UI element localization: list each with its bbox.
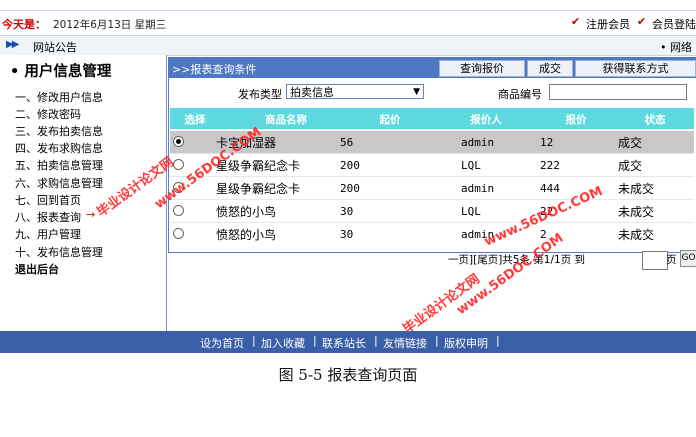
row-radio[interactable] — [173, 205, 184, 216]
login-link[interactable]: 会员登陆 — [652, 16, 696, 32]
type-label: 发布类型 — [238, 88, 282, 101]
notice-bar: ▶▶ 网站公告 • 网络 — [0, 35, 696, 56]
footer-link-copyright[interactable]: 版权申明 — [444, 335, 488, 351]
cell-bidder: LQL — [461, 205, 481, 218]
table-row[interactable]: 愤怒的小鸟 30 LQL 22 未成交 — [170, 200, 694, 223]
cell-status: 成交 — [618, 159, 643, 173]
footer-separator: | — [252, 334, 256, 347]
footer-separator: | — [496, 334, 500, 347]
footer-link-contact[interactable]: 联系站长 — [322, 335, 366, 351]
cell-start: 200 — [340, 159, 360, 172]
table-row[interactable]: 星级争霸纪念卡 200 LQL 222 成交 — [170, 154, 694, 177]
footer-separator: | — [313, 334, 317, 347]
go-button[interactable]: GO — [680, 250, 696, 267]
cell-start: 56 — [340, 136, 354, 149]
col-bid: 报价 — [565, 114, 587, 126]
active-arrow-icon: → — [86, 208, 96, 221]
cell-start: 30 — [340, 205, 354, 218]
cell-name: 愤怒的小鸟 — [216, 205, 277, 219]
type-select[interactable]: 拍卖信息 ▼ — [286, 84, 424, 99]
filter-row: 发布类型 拍卖信息 ▼ 商品编号 — [168, 80, 696, 106]
cell-bid: 12 — [540, 136, 554, 149]
sidebar-item-report-query[interactable]: 八、报表查询 — [15, 209, 81, 225]
notice-scroll-text: • 网络 — [660, 41, 692, 54]
tab-query-bid[interactable]: 查询报价 — [439, 60, 525, 77]
date-bar: 今天是： 2012年6月13日 星期三 ✔ 注册会员 ✔ 会员登陆 — [0, 11, 696, 33]
sidebar-item-home[interactable]: 七、回到首页 — [15, 192, 81, 208]
cell-name: 愤怒的小鸟 — [216, 228, 277, 242]
sidebar-item-auction-manage[interactable]: 五、拍卖信息管理 — [15, 157, 103, 173]
sidebar-item-wanted-manage[interactable]: 六、求购信息管理 — [15, 175, 103, 191]
col-select: 选择 — [184, 114, 206, 126]
table-header: 选择 商品名称 起价 报价人 报价 状态 — [170, 108, 694, 129]
cell-start: 200 — [340, 182, 360, 195]
cell-status: 未成交 — [618, 205, 655, 219]
cell-status: 未成交 — [618, 228, 655, 242]
footer-link-friends[interactable]: 友情链接 — [383, 335, 427, 351]
notice-label: 网站公告 — [33, 41, 77, 54]
sidebar-item-publish-wanted[interactable]: 四、发布求购信息 — [15, 140, 103, 156]
chevron-down-icon: ▼ — [413, 87, 420, 97]
sidebar-title: • 用户信息管理 — [10, 64, 112, 80]
cell-start: 30 — [340, 228, 354, 241]
sidebar-item-publish-auction[interactable]: 三、发布拍卖信息 — [15, 123, 103, 139]
sidebar-item-edit-user[interactable]: 一、修改用户信息 — [15, 89, 103, 105]
cell-bid: 444 — [540, 182, 560, 195]
sidebar-item-change-password[interactable]: 二、修改密码 — [15, 106, 81, 122]
sidebar-item-logout[interactable]: 退出后台 — [15, 261, 59, 277]
panel-crumb: >>报表查询条件 — [172, 63, 257, 76]
top-border — [0, 0, 696, 11]
sidebar-item-user-manage[interactable]: 九、用户管理 — [15, 226, 81, 242]
col-bidder: 报价人 — [470, 114, 502, 126]
col-name: 商品名称 — [265, 114, 307, 126]
type-select-value: 拍卖信息 — [290, 86, 334, 99]
col-start-price: 起价 — [379, 114, 401, 126]
register-link[interactable]: 注册会员 — [586, 16, 630, 32]
table-row[interactable]: 星级争霸纪念卡 200 admin 444 未成交 — [170, 177, 694, 200]
current-date: 2012年6月13日 星期三 — [53, 19, 167, 31]
cell-bidder: LQL — [461, 159, 481, 172]
cell-bidder: admin — [461, 182, 495, 195]
footer-bar: 设为首页 | 加入收藏 | 联系站长 | 友情链接 | 版权申明 | — [0, 331, 696, 353]
sidebar: • 用户信息管理 一、修改用户信息 二、修改密码 三、发布拍卖信息 四、发布求购… — [0, 55, 167, 331]
footer-link-set-home[interactable]: 设为首页 — [200, 335, 244, 351]
tab-get-contact[interactable]: 获得联系方式 — [575, 60, 696, 77]
tab-deal[interactable]: 成交 — [527, 60, 573, 77]
page-unit: 页 — [666, 254, 677, 266]
today-label: 今天是： — [2, 18, 46, 31]
cell-status: 成交 — [618, 136, 643, 150]
figure-caption: 图 5-5 报表查询页面 — [278, 366, 418, 384]
product-input[interactable] — [549, 84, 687, 100]
row-radio[interactable] — [173, 228, 184, 239]
cell-status: 未成交 — [618, 182, 655, 196]
footer-separator: | — [435, 334, 439, 347]
cell-bidder: admin — [461, 136, 495, 149]
double-arrow-icon: ▶▶ — [6, 39, 19, 50]
row-radio[interactable] — [173, 136, 184, 147]
sidebar-item-publish-manage[interactable]: 十、发布信息管理 — [15, 244, 103, 260]
cell-name: 星级争霸纪念卡 — [216, 182, 301, 196]
login-check-icon: ✔ — [637, 15, 647, 28]
footer-link-bookmark[interactable]: 加入收藏 — [261, 335, 305, 351]
page-jump-input[interactable] — [642, 251, 668, 270]
panel-header: >>报表查询条件 查询报价 成交 获得联系方式 — [168, 57, 696, 78]
footer-separator: | — [374, 334, 378, 347]
table-row[interactable]: 愤怒的小鸟 30 admin 2 未成交 — [170, 223, 694, 245]
register-check-icon: ✔ — [571, 15, 581, 28]
product-label: 商品编号 — [498, 88, 542, 101]
cell-bid: 222 — [540, 159, 560, 172]
col-status: 状态 — [644, 114, 666, 126]
